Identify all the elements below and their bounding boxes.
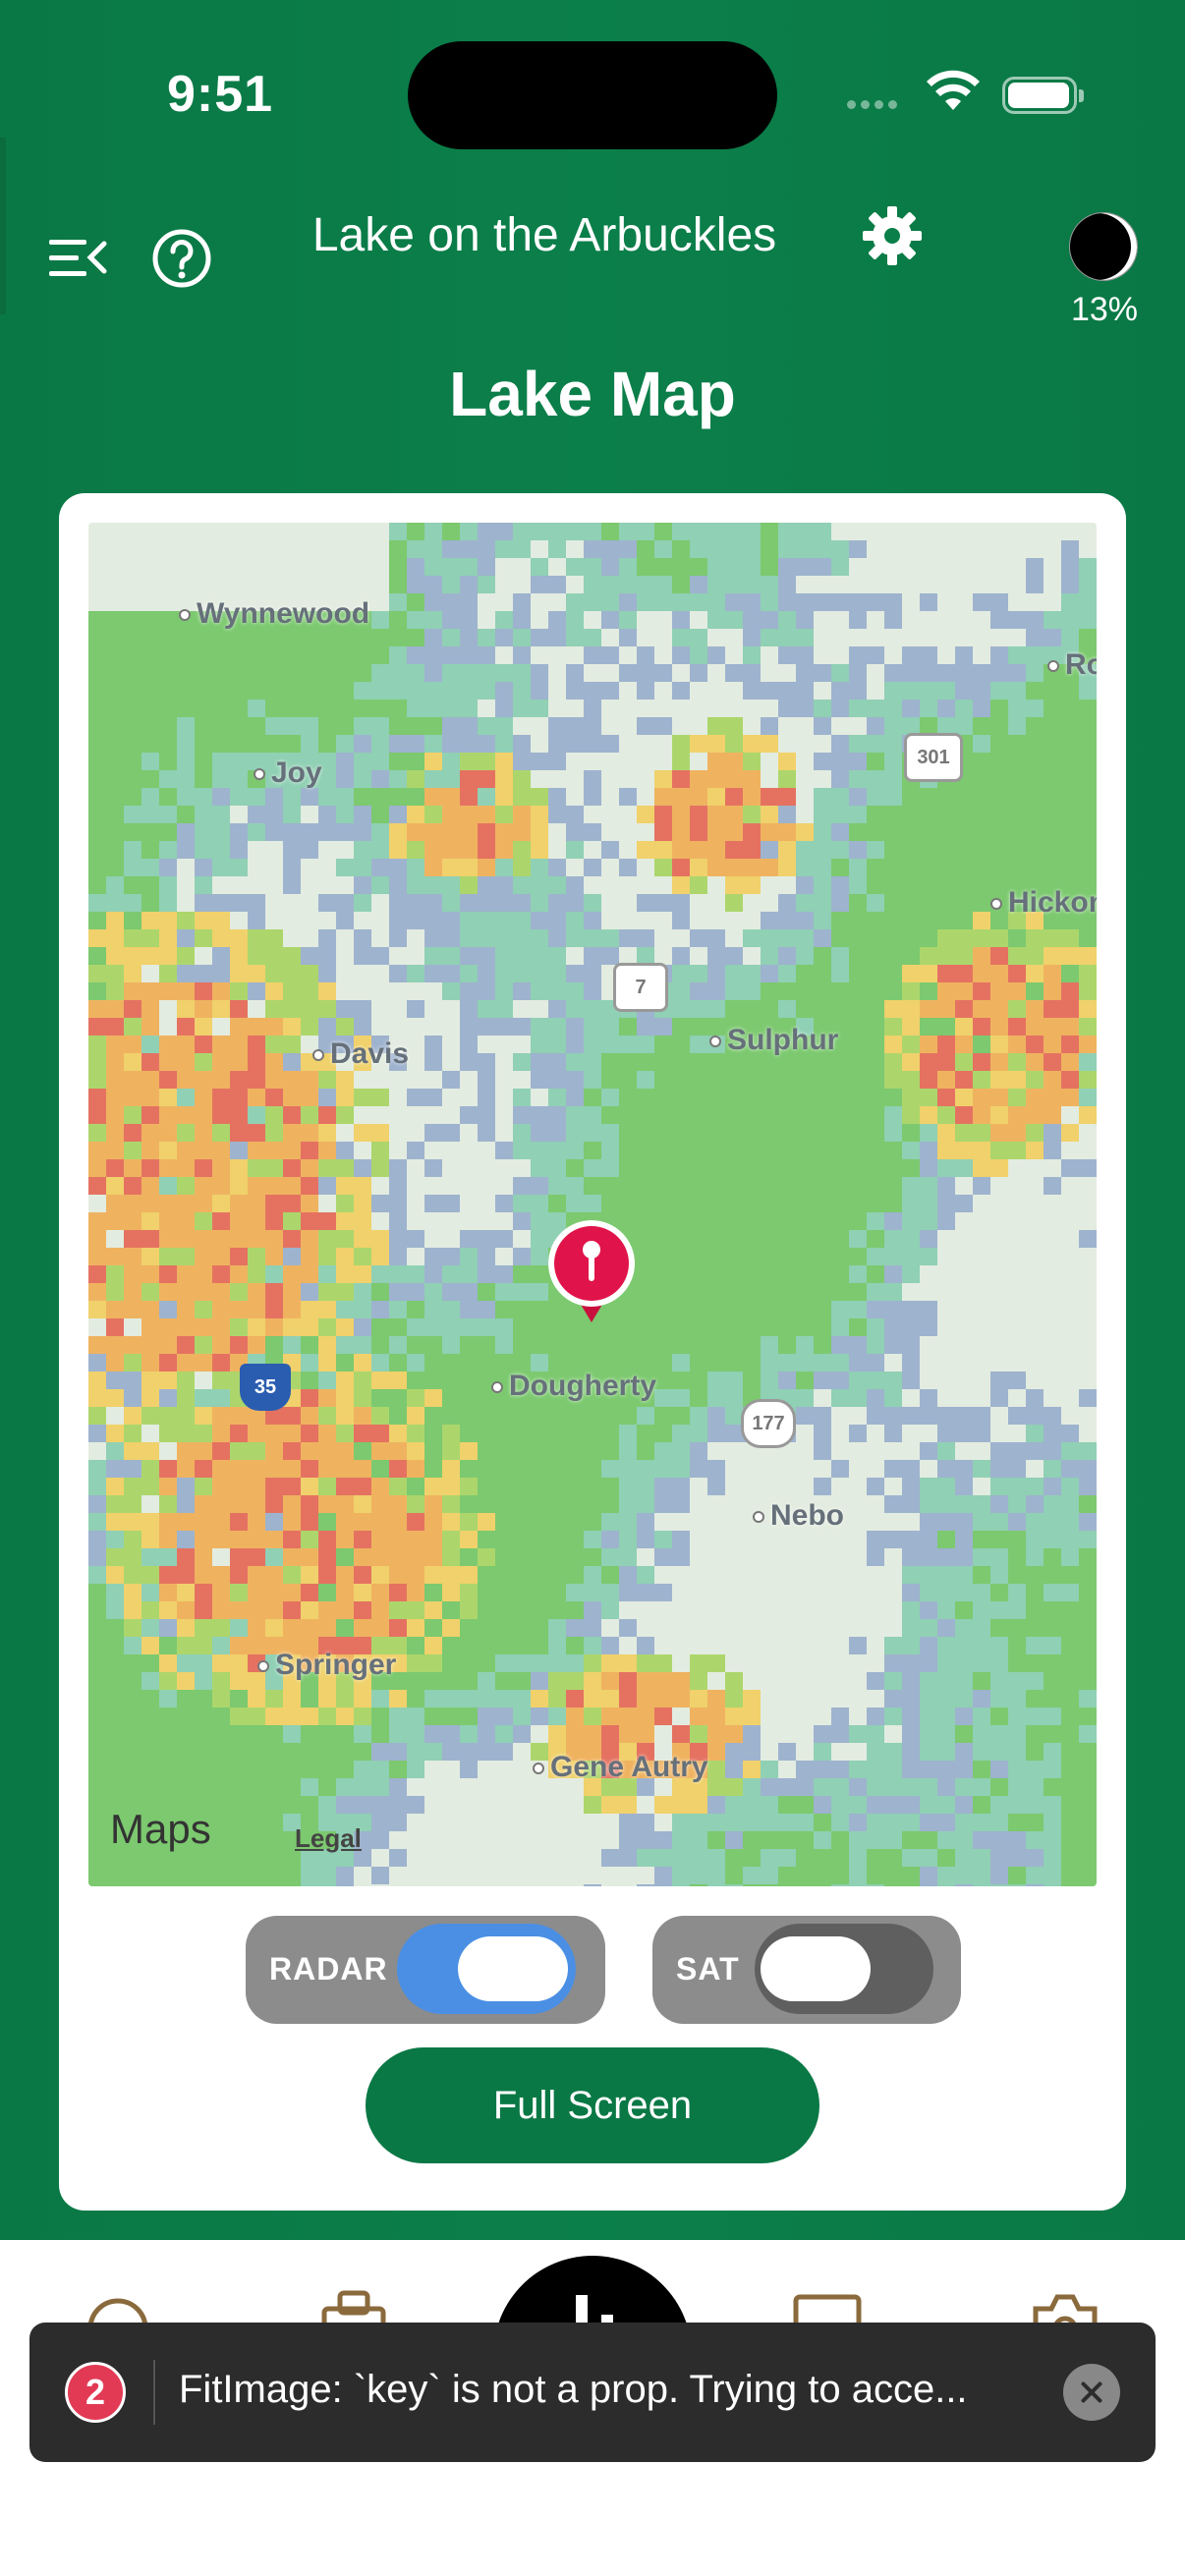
error-count-badge: 2 [65,2362,126,2423]
menu-collapse-icon[interactable] [47,234,108,283]
close-icon[interactable] [1063,2364,1120,2421]
town-label: Wynnewood [179,597,369,631]
radar-overlay [88,523,1097,1886]
town-label: Davis [312,1037,409,1071]
page-title: Lake Map [449,359,736,429]
route-shield: 177 [741,1399,796,1448]
cellular-signal-icon [847,96,902,114]
legal-link[interactable]: Legal [295,1823,362,1854]
town-label: Joy [254,756,322,790]
dynamic-island [408,41,777,149]
town-label: Sulphur [709,1024,838,1057]
route-shield: 301 [904,733,963,782]
interstate-shield: 35 [240,1364,291,1411]
error-toast[interactable]: 2 FitImage: `key` is not a prop. Trying … [29,2323,1156,2462]
status-time: 9:51 [167,66,274,123]
gear-icon[interactable] [861,204,924,267]
town-label: Springer [257,1649,396,1682]
radar-map[interactable]: Wynnewood Joy Davis Sulphur Dougherty Ne… [88,523,1097,1886]
help-icon[interactable] [151,228,212,289]
edge-drawer-handle[interactable] [0,138,6,314]
town-label: Gene Autry [533,1751,708,1784]
radar-switch[interactable] [397,1924,576,2014]
satellite-toggle[interactable]: SAT [652,1916,961,2024]
town-label: Hickor [990,886,1097,920]
full-screen-button[interactable]: Full Screen [366,2047,819,2163]
map-pin-icon[interactable] [546,1218,637,1326]
battery-icon [1002,77,1084,114]
route-shield: 7 [613,963,668,1012]
sat-switch[interactable] [755,1924,933,2014]
moon-phase-icon [1069,212,1138,281]
radar-toggle[interactable]: RADAR [246,1916,605,2024]
maps-attribution: Maps [110,1806,211,1852]
sat-toggle-label: SAT [676,1951,740,1987]
switch-knob [761,1936,871,2001]
lake-name[interactable]: Lake on the Arbuckles [295,208,794,262]
switch-knob [458,1936,568,2001]
wifi-icon [926,69,981,117]
town-label: Ro [1047,648,1097,682]
radar-toggle-label: RADAR [269,1951,388,1987]
toast-divider [153,2360,155,2425]
toast-message: FitImage: `key` is not a prop. Trying to… [179,2368,968,2411]
moon-illumination: 13% [1070,291,1139,328]
town-label: Dougherty [491,1370,656,1403]
town-label: Nebo [753,1499,844,1533]
